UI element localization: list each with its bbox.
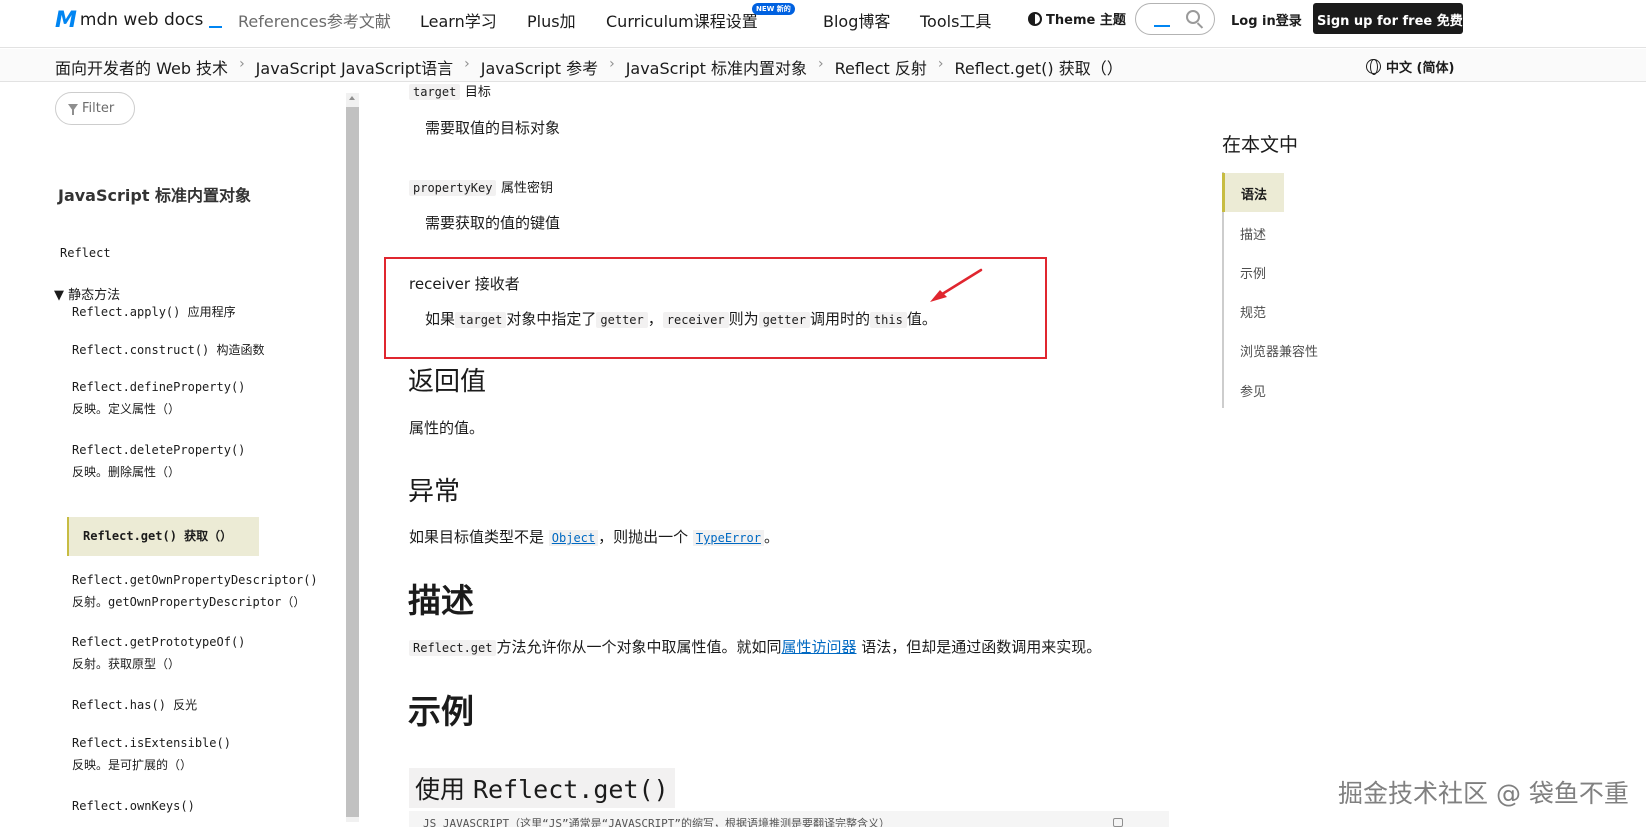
return-value-text: 属性的值。: [409, 419, 485, 437]
breadcrumb-item[interactable]: Reflect 反射: [835, 55, 927, 79]
sidebar: Filter JavaScript 标准内置对象 Reflect ▼ 静态方法 …: [0, 83, 360, 827]
language-switcher[interactable]: 中文 (简体): [1366, 57, 1454, 76]
exception-text: 如果目标值类型不是 Object ，则抛出一个 TypeError。: [409, 528, 779, 546]
signup-button[interactable]: Sign up for free 免费注册: [1313, 3, 1463, 34]
breadcrumb-item[interactable]: JavaScript 标准内置对象: [626, 55, 807, 79]
search-caret: [1154, 25, 1170, 27]
nav-curriculum[interactable]: Curriculum课程设置: [606, 8, 758, 32]
toc-item-see-also[interactable]: 参见: [1240, 381, 1266, 400]
heading-description: 描述: [408, 581, 474, 620]
breadcrumb-separator-icon: ›: [937, 56, 944, 72]
param-propertykey: propertyKey 属性密钥: [409, 177, 553, 196]
description-text: Reflect.get 方法允许你从一个对象中取属性值。就如同属性访问器 语法，但…: [409, 636, 1101, 657]
search-icon[interactable]: [1186, 10, 1200, 24]
nav-plus[interactable]: Plus加: [527, 8, 576, 32]
breadcrumb-separator-icon: ›: [817, 56, 824, 72]
new-badge: NEW 新的: [752, 3, 795, 15]
breadcrumb-separator-icon: ›: [464, 56, 470, 72]
object-link[interactable]: Object: [548, 530, 599, 546]
sidebar-item-defineproperty[interactable]: Reflect.defineProperty() 反映。定义属性（）: [72, 376, 245, 420]
main-content: target 目标 需要取值的目标对象 propertyKey 属性密钥 需要获…: [380, 83, 1200, 827]
login-link[interactable]: Log in登录: [1231, 10, 1302, 29]
mdn-logo-icon: M: [55, 7, 77, 33]
sidebar-filter-input[interactable]: Filter: [55, 92, 135, 125]
param-code: propertyKey: [409, 180, 497, 196]
sidebar-item-ownkeys[interactable]: Reflect.ownKeys(): [72, 795, 195, 817]
sidebar-item-get-active[interactable]: Reflect.get() 获取（）: [67, 517, 259, 556]
param-target: target 目标: [409, 81, 491, 100]
breadcrumb-item[interactable]: JavaScript JavaScript语言: [256, 55, 454, 79]
heading-examples: 示例: [408, 692, 474, 731]
breadcrumb-separator-icon: ›: [609, 56, 615, 72]
breadcrumb-separator-icon: ›: [239, 56, 245, 72]
filter-placeholder: Filter: [82, 101, 115, 116]
breadcrumb-item[interactable]: 面向开发者的 Web 技术: [55, 55, 228, 79]
filter-icon: [68, 104, 78, 115]
theme-icon: [1028, 11, 1042, 26]
logo-cursor-icon: [209, 26, 223, 28]
sidebar-item-isextensible[interactable]: Reflect.isExtensible() 反映。是可扩展的（）: [72, 732, 231, 776]
sidebar-item-deleteproperty[interactable]: Reflect.deleteProperty() 反映。删除属性（）: [72, 439, 245, 483]
toc-item-description[interactable]: 描述: [1240, 224, 1266, 243]
top-navigation: M mdn web docs References参考文献 Learn学习 Pl…: [0, 0, 1646, 48]
heading-return-value: 返回值: [408, 367, 487, 397]
nav-tools[interactable]: Tools工具: [920, 8, 991, 32]
toc-item-examples[interactable]: 示例: [1240, 263, 1266, 282]
breadcrumb: 面向开发者的 Web 技术 › JavaScript JavaScript语言 …: [55, 55, 1123, 79]
nav-blog[interactable]: Blog博客: [823, 8, 890, 32]
param-desc: 需要取值的目标对象: [425, 119, 561, 137]
toc-list: 语法 描述 示例 规范 浏览器兼容性 参见: [1222, 172, 1352, 408]
param-code: target: [409, 84, 461, 100]
mdn-logo[interactable]: M mdn web docs: [55, 7, 223, 33]
theme-button[interactable]: Theme 主题: [1028, 9, 1126, 28]
theme-label: Theme 主题: [1046, 13, 1126, 28]
sidebar-title[interactable]: JavaScript 标准内置对象: [58, 182, 251, 206]
heading-exceptions: 异常: [408, 477, 461, 507]
param-receiver-term: receiver 接收者: [409, 275, 520, 293]
sidebar-item-getownpropertydescriptor[interactable]: Reflect.getOwnPropertyDescriptor() 反射。ge…: [72, 569, 318, 613]
copy-icon[interactable]: [1113, 818, 1123, 827]
watermark: 掘金技术社区 @ 袋鱼不重: [1338, 779, 1629, 808]
param-receiver-desc: 如果 target 对象中指定了 getter， receiver 则为 getter 调用时…: [425, 310, 937, 328]
property-accessor-link[interactable]: 属性访问器: [782, 638, 857, 656]
table-of-contents: 在本文中 语法 描述 示例 规范 浏览器兼容性 参见: [1222, 130, 1422, 410]
scroll-up-icon[interactable]: [349, 96, 355, 100]
param-label: 目标: [464, 85, 491, 100]
param-label: 属性密钥: [500, 181, 553, 196]
scrollbar-thumb[interactable]: [346, 107, 359, 817]
search-input[interactable]: [1135, 3, 1215, 35]
nav-references[interactable]: References参考文献: [238, 8, 391, 32]
sidebar-item-has[interactable]: Reflect.has() 反光: [72, 694, 197, 716]
globe-icon: [1366, 59, 1381, 75]
breadcrumb-item-current[interactable]: Reflect.get() 获取（）: [955, 55, 1123, 79]
toc-title: 在本文中: [1222, 134, 1299, 156]
heading-example-using-get: 使用 Reflect.get(): [409, 768, 675, 808]
sidebar-scrollbar[interactable]: [346, 93, 359, 822]
sidebar-item-apply[interactable]: Reflect.apply() 应用程序: [72, 301, 236, 323]
toc-item-syntax-active[interactable]: 语法: [1222, 173, 1284, 212]
sidebar-item-getprototypeof[interactable]: Reflect.getPrototypeOf() 反射。获取原型（）: [72, 631, 245, 675]
breadcrumb-bar: 面向开发者的 Web 技术 › JavaScript JavaScript语言 …: [0, 49, 1646, 82]
annotation-arrow-icon: [930, 268, 983, 302]
language-label: 中文 (简体): [1386, 61, 1455, 76]
typeerror-link[interactable]: TypeError: [692, 530, 764, 546]
breadcrumb-item[interactable]: JavaScript 参考: [481, 55, 598, 79]
logo-text: mdn web docs: [79, 10, 204, 30]
toc-item-browser-compat[interactable]: 浏览器兼容性: [1240, 341, 1318, 360]
sidebar-item-construct[interactable]: Reflect.construct() 构造函数: [72, 339, 265, 361]
code-block-header: JS JAVASCRIPT（这里“JS”通常是“JAVASCRIPT”的缩写，根…: [409, 811, 1169, 827]
param-desc: 需要获取的值的键值: [425, 214, 561, 232]
toc-item-specifications[interactable]: 规范: [1240, 302, 1266, 321]
sidebar-item-reflect[interactable]: Reflect: [60, 246, 111, 260]
nav-learn[interactable]: Learn学习: [420, 8, 497, 32]
